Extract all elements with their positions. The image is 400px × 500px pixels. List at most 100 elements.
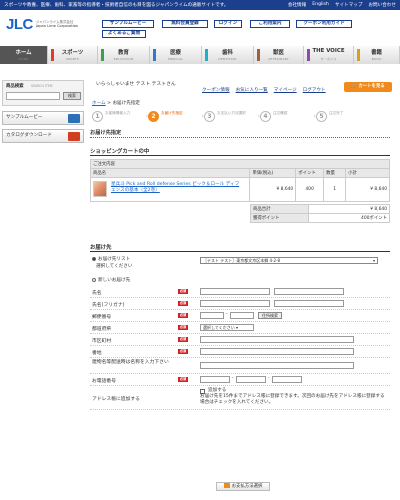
nav-tab-book[interactable]: 書籍 BOOK bbox=[354, 46, 400, 64]
col-unit-price: 単価(税込) bbox=[249, 168, 297, 178]
prefecture-row: 都道府県 必須 選択してください ▾ bbox=[90, 322, 390, 334]
top-link-english[interactable]: English bbox=[312, 2, 329, 8]
step-3-number: 3 bbox=[204, 111, 215, 122]
nav-tab-the-voice[interactable]: THE VOICE ザ・ボイス bbox=[304, 46, 354, 64]
nav-tab-sports[interactable]: スポーツ SPORTS bbox=[48, 46, 98, 64]
nav-tab-dentistry-label: 歯科 bbox=[222, 50, 233, 56]
coupon-info-link[interactable]: クーポン情報 bbox=[202, 87, 230, 93]
video-icon bbox=[68, 114, 80, 123]
payment-method-button[interactable]: お支払方法選択 bbox=[216, 482, 270, 491]
favorites-link[interactable]: お気に入り一覧 bbox=[236, 87, 268, 93]
zip-row: 郵便番号 必須 - 住所検索 bbox=[90, 310, 390, 322]
total-value: ¥ 8,640 bbox=[308, 204, 390, 214]
step-2: 2 お届け先指定 › bbox=[148, 110, 204, 124]
view-cart-button[interactable]: 🛒 カートを見る bbox=[344, 82, 392, 92]
guide-button[interactable]: ご利用案内 bbox=[250, 20, 290, 28]
building-row: 建物名等配送時は名称を入力下さい bbox=[90, 358, 390, 374]
address-select-value: ［テスト テスト］東京都文京区本郷 4-2-8 bbox=[203, 258, 281, 263]
nav-tab-home-label: ホーム bbox=[15, 50, 32, 56]
required-badge: 必須 bbox=[178, 313, 188, 318]
nav-tab-education[interactable]: 教育 EDUCATION bbox=[98, 46, 150, 64]
first-name-kana-input[interactable] bbox=[274, 300, 344, 307]
total-label: 商品合計 bbox=[250, 204, 309, 214]
faq-button[interactable]: よくあるご質問 bbox=[102, 30, 146, 38]
logout-link[interactable]: ログアウト bbox=[303, 87, 326, 93]
login-button[interactable]: ログイン bbox=[214, 20, 242, 28]
cart-table: ご注文内容 商品名 単価(税込) ポイント 数量 小計 星兵斗 Pick and… bbox=[89, 159, 390, 202]
nav-tab-sports-en: SPORTS bbox=[66, 57, 79, 61]
search-button[interactable]: 検索 bbox=[63, 92, 81, 100]
city-label: 市区町村 bbox=[92, 339, 112, 344]
catalog-download-label: カタログダウンロード bbox=[6, 133, 52, 138]
breadcrumb-home[interactable]: ホーム bbox=[92, 101, 106, 106]
zip-second-input[interactable] bbox=[230, 312, 254, 319]
phone-second-input[interactable] bbox=[236, 376, 266, 383]
last-name-input[interactable] bbox=[200, 288, 270, 295]
address-list-label: お届け先リスト bbox=[98, 257, 131, 262]
new-address-radio[interactable] bbox=[92, 277, 96, 282]
building-input[interactable] bbox=[200, 362, 354, 369]
new-address-option[interactable]: 新しいお届け先 bbox=[92, 277, 130, 283]
points-value: 400ポイント bbox=[308, 213, 390, 223]
nav-tab-medical[interactable]: 医療 MEDICAL bbox=[150, 46, 202, 64]
col-points: ポイント bbox=[295, 168, 325, 178]
logo-company-en: Japan Lime Corporation bbox=[36, 24, 79, 28]
top-bar: スポーツや教養、医療、歯科、家畜等の指導者・技術者自信のも目を図るジャパンライム… bbox=[0, 0, 400, 10]
top-link-sitemap[interactable]: サイトマップ bbox=[335, 2, 363, 8]
nav-tab-home[interactable]: ホーム HOME bbox=[0, 46, 48, 64]
nav-tab-medical-en: MEDICAL bbox=[168, 57, 183, 61]
step-4-number: 4 bbox=[260, 111, 271, 122]
prefecture-select[interactable]: 選択してください ▾ bbox=[200, 324, 254, 331]
last-name-kana-input[interactable] bbox=[200, 300, 270, 307]
address-book-note: お届け先を15件までアドレス帳に登録できます。次回のお届け先をアドレス帳に登録す… bbox=[200, 394, 385, 405]
address-book-label: アドレス帳に追加する bbox=[92, 397, 140, 402]
catalog-download-banner[interactable]: カタログダウンロード bbox=[2, 129, 84, 143]
site-logo[interactable]: JLC ジャパンライム株式会社 Japan Lime Corporation bbox=[6, 16, 78, 34]
address-list-radio[interactable] bbox=[92, 256, 96, 261]
checkout-steps: 1 お客様情報入力 › 2 お届け先指定 › 3 お支払い方法選択 › 4 注文… bbox=[92, 110, 392, 124]
first-name-input[interactable] bbox=[274, 288, 344, 295]
street-label: 番地 bbox=[92, 351, 102, 356]
top-link-contact[interactable]: お問い合わせ bbox=[368, 2, 396, 8]
sample-movie-banner[interactable]: サンプルムービー bbox=[2, 111, 84, 125]
zip-search-button[interactable]: 住所検索 bbox=[258, 312, 282, 319]
city-input[interactable] bbox=[200, 336, 354, 343]
cart-heading: ショッピングカートの中 bbox=[90, 147, 390, 156]
search-label-en: SEARCH ITEM bbox=[31, 84, 53, 88]
points-row: 獲得ポイント 400ポイント bbox=[250, 213, 390, 223]
search-input[interactable] bbox=[6, 92, 60, 100]
zip-first-input[interactable] bbox=[200, 312, 224, 319]
product-points: 400 bbox=[295, 177, 325, 202]
address-book-row: アドレス帳に追加する 追加する お届け先を15件までアドレス帳に登録できます。次… bbox=[90, 386, 390, 410]
required-badge: 必須 bbox=[178, 377, 188, 382]
col-quantity: 数量 bbox=[323, 168, 347, 178]
address-select[interactable]: ［テスト テスト］東京都文京区本郷 4-2-8 ▾ bbox=[200, 257, 378, 264]
phone-third-input[interactable] bbox=[272, 376, 302, 383]
breadcrumb: ホーム > お届け先指定 bbox=[92, 100, 140, 106]
chevron-down-icon: ▾ bbox=[236, 325, 239, 330]
sample-movie-button[interactable]: サンプルムービー bbox=[102, 20, 154, 28]
phone-label: お電話番号 bbox=[92, 379, 116, 384]
table-row: 星兵斗 Pick and Roll defense Series ピック＆ロール… bbox=[89, 177, 390, 202]
step-2-number: 2 bbox=[148, 111, 159, 122]
top-links: 会社情報 English サイトマップ お問い合わせ bbox=[288, 2, 396, 8]
coupon-guide-button[interactable]: クーポン利用ガイド bbox=[296, 20, 352, 28]
cart-icon: 🛒 bbox=[351, 84, 357, 89]
product-thumbnail[interactable] bbox=[93, 181, 107, 197]
product-unit-price: ¥ 8,640 bbox=[249, 177, 297, 202]
street-input[interactable] bbox=[200, 348, 354, 355]
member-register-button[interactable]: 無料会員登録 bbox=[162, 20, 208, 28]
top-link-company[interactable]: 会社情報 bbox=[288, 2, 306, 8]
sample-movie-banner-label: サンプルムービー bbox=[6, 115, 43, 120]
address-list-option[interactable]: お届け先リスト bbox=[92, 256, 130, 262]
nav-tab-veterinary[interactable]: 獣医 VETERINARY bbox=[254, 46, 304, 64]
nav-tab-dentistry[interactable]: 歯科 DENTISTRY bbox=[202, 46, 254, 64]
mypage-link[interactable]: マイページ bbox=[274, 87, 297, 93]
site-tagline: スポーツや教養、医療、歯科、家畜等の指導者・技術者自信のも目を図るジャパンライム… bbox=[4, 3, 229, 8]
building-label: 建物名等配送時は名称を入力下さい bbox=[92, 360, 169, 365]
phone-dash-1: - bbox=[232, 376, 234, 381]
required-badge: 必須 bbox=[178, 349, 188, 354]
phone-first-input[interactable] bbox=[200, 376, 230, 383]
nav-tab-veterinary-en: VETERINARY bbox=[268, 57, 289, 61]
product-name-link[interactable]: 星兵斗 Pick and Roll defense Series ピック＆ロール… bbox=[111, 182, 243, 193]
